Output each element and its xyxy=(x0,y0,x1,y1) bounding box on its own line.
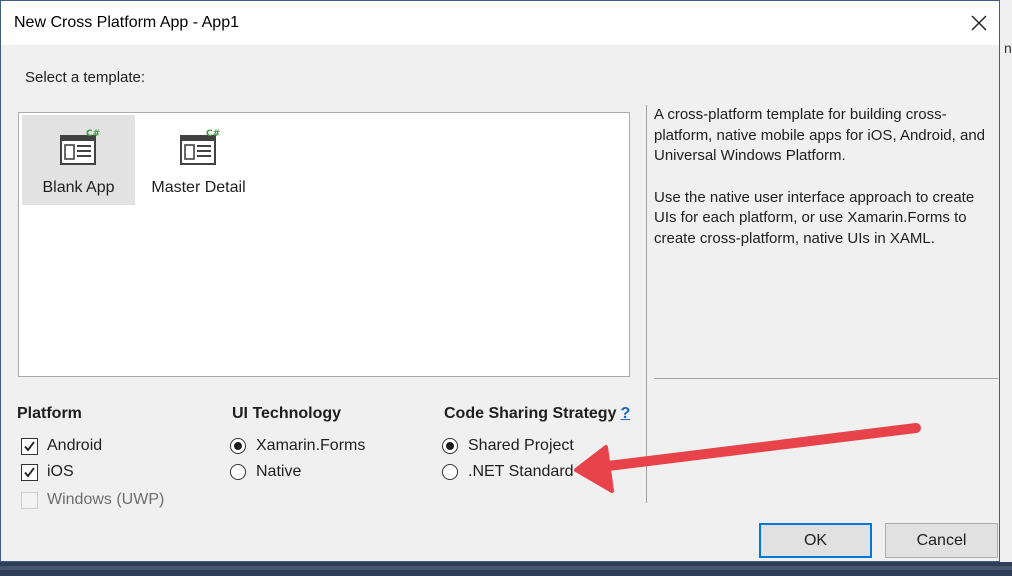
radio-selected-dot xyxy=(446,442,454,450)
radio-button[interactable] xyxy=(442,464,458,480)
close-button[interactable] xyxy=(963,7,995,39)
checkbox[interactable] xyxy=(21,464,38,481)
option-label: Shared Project xyxy=(468,437,574,454)
platform-title: Platform xyxy=(17,405,82,422)
radio-button[interactable] xyxy=(230,438,246,454)
template-description: A cross-platform template for building c… xyxy=(646,105,998,270)
checkbox[interactable] xyxy=(21,492,38,509)
platform-ios-checkbox[interactable]: iOS xyxy=(17,463,137,485)
template-blank-app[interactable]: C# Blank App xyxy=(22,115,135,205)
ui-technology-title: UI Technology xyxy=(232,405,342,422)
option-label: Windows (UWP) xyxy=(47,491,165,508)
template-label: Master Detail xyxy=(151,179,246,196)
background-window-edge xyxy=(1000,0,1012,576)
platform-windows-uwp-checkbox[interactable]: Windows (UWP) xyxy=(17,491,177,513)
option-label: Native xyxy=(256,463,302,480)
description-paragraph: A cross-platform template for building c… xyxy=(654,106,986,164)
checkmark-icon xyxy=(24,441,35,452)
radio-selected-dot xyxy=(234,442,242,450)
checkmark-icon xyxy=(24,467,35,478)
template-label: Blank App xyxy=(42,179,115,196)
csharp-template-icon: C# xyxy=(60,129,100,165)
template-master-detail[interactable]: C# Master Detail xyxy=(142,115,255,205)
description-paragraph: Use the native user interface approach t… xyxy=(654,188,975,247)
code-sharing-title-text: Code Sharing Strategy xyxy=(444,405,617,422)
ok-button[interactable]: OK xyxy=(759,523,872,558)
cancel-button[interactable]: Cancel xyxy=(885,523,998,558)
option-label: Android xyxy=(47,437,103,454)
select-template-label: Select a template: xyxy=(25,69,146,86)
code-sharing-net-standard-radio[interactable]: .NET Standard xyxy=(438,463,598,485)
template-list[interactable]: C# Blank App C# Master Detail xyxy=(18,112,630,377)
csharp-template-icon: C# xyxy=(180,129,220,165)
close-icon xyxy=(971,15,987,31)
radio-button[interactable] xyxy=(230,464,246,480)
title-bar: New Cross Platform App - App1 xyxy=(1,1,999,45)
ui-tech-xamarin-forms-radio[interactable]: Xamarin.Forms xyxy=(226,437,386,459)
dialog-title: New Cross Platform App - App1 xyxy=(14,14,239,31)
checkbox[interactable] xyxy=(21,438,38,455)
option-label: .NET Standard xyxy=(468,463,574,480)
new-cross-platform-app-dialog: New Cross Platform App - App1 Select a t… xyxy=(0,0,1000,562)
option-label: Xamarin.Forms xyxy=(256,437,366,454)
background-window-text: n xyxy=(1004,40,1012,56)
code-sharing-shared-project-radio[interactable]: Shared Project xyxy=(438,437,598,459)
horizontal-divider xyxy=(654,378,998,379)
option-label: iOS xyxy=(47,463,74,480)
platform-android-checkbox[interactable]: Android xyxy=(17,437,137,459)
radio-button[interactable] xyxy=(442,438,458,454)
background-taskbar-line xyxy=(0,566,1012,570)
svg-text:C#: C# xyxy=(86,129,100,139)
code-sharing-title: Code Sharing Strategy? xyxy=(444,405,630,423)
svg-text:C#: C# xyxy=(206,129,220,139)
ui-tech-native-radio[interactable]: Native xyxy=(226,463,386,485)
help-link[interactable]: ? xyxy=(620,405,630,422)
